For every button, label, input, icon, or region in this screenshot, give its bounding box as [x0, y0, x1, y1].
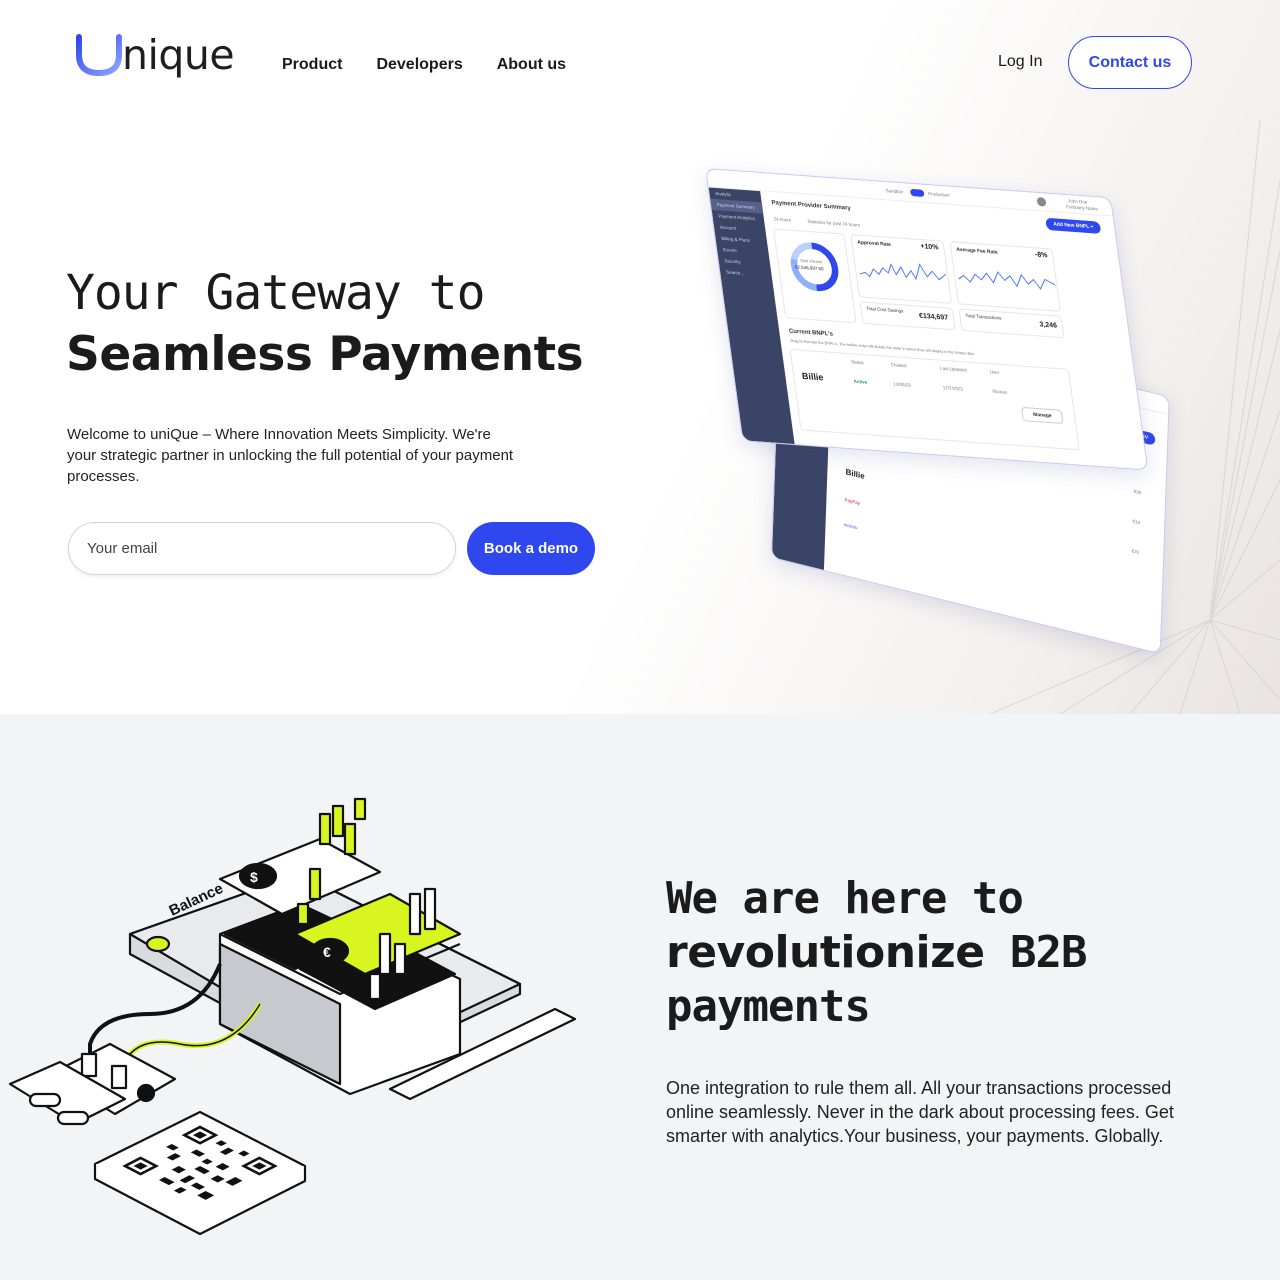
- cost-savings-value: €134,697: [918, 312, 949, 322]
- manage-button: Manage: [1021, 406, 1064, 425]
- section2-title-bold: revolutionize: [666, 927, 985, 978]
- avg-fee-label: Average Fee Rate: [955, 246, 999, 256]
- current-bnpl-title: Current BNPL's: [788, 328, 834, 338]
- volume-card: Total volume €2,546,997.50: [773, 228, 857, 324]
- col-status: Status: [850, 359, 865, 366]
- section2-title-line3: payments: [666, 981, 871, 1032]
- back-value-3: €20: [1131, 548, 1140, 555]
- main-nav: Product Developers About us: [282, 56, 566, 74]
- period-note: Statistics for past 24 hours: [807, 218, 861, 228]
- nav-developers[interactable]: Developers: [376, 56, 462, 74]
- transactions-card: Total Transactions 3,246: [958, 308, 1065, 339]
- contact-us-button[interactable]: Contact us: [1068, 36, 1192, 89]
- section2-title: We are here to revolutionize B2B payment…: [666, 872, 1088, 1034]
- toggle-production: Production: [927, 191, 950, 198]
- row-created: 12/05/23: [892, 381, 912, 388]
- back-row-mondu: mondu: [843, 521, 858, 531]
- transactions-value: 3,246: [1039, 321, 1058, 330]
- section2-title-line1: We are here to: [666, 873, 1024, 924]
- unique-logo-icon: [76, 33, 122, 79]
- avatar-icon: [1036, 196, 1047, 207]
- approval-rate-card: Approval Rate +10%: [850, 234, 953, 304]
- approval-rate-value: +10%: [920, 243, 939, 252]
- transactions-label: Total Transactions: [965, 312, 1002, 321]
- avg-fee-card: Average Fee Rate -8%: [949, 241, 1061, 312]
- back-row-paypay: PayPay: [844, 497, 861, 506]
- row-updated: 12/7/2023: [942, 385, 964, 392]
- approval-rate-label: Approval Rate: [856, 239, 892, 249]
- add-bnpl-button: Add New BNPL +: [1045, 217, 1102, 234]
- hero-title-line2: Seamless Payments: [66, 327, 584, 382]
- col-user: User: [989, 369, 1000, 376]
- col-created: Created: [890, 362, 907, 369]
- company-name: Company Name: [1065, 204, 1099, 212]
- nav-about-us[interactable]: About us: [497, 56, 566, 74]
- cost-savings-label: Total Cost Savings: [865, 305, 904, 314]
- payment-hardware-illustration: Balance $ €: [8, 797, 577, 1236]
- row-billie: Billie: [801, 370, 825, 383]
- login-link[interactable]: Log In: [998, 53, 1042, 71]
- avg-fee-value: -8%: [1034, 251, 1048, 260]
- col-updated: Last Updated: [939, 365, 968, 373]
- back-value-2: €14: [1132, 518, 1141, 526]
- toggle-sandbox: Sandbox: [885, 188, 904, 195]
- euro-coin-icon: €: [323, 944, 331, 960]
- book-demo-button[interactable]: Book a demo: [467, 522, 595, 575]
- back-row-billie: Billie: [845, 467, 865, 482]
- hero-description: Welcome to uniQue – Where Innovation Mee…: [67, 426, 514, 485]
- dashboard-preview-front: Sandbox Production John Doe Company Name…: [705, 168, 1149, 471]
- dashboard-title: Payment Provider Summary: [771, 200, 852, 212]
- bnpl-table: Status Created Last Updated User Billie …: [789, 348, 1080, 451]
- section2-title-rest: B2B: [984, 927, 1087, 978]
- back-value-1: €30: [1133, 488, 1142, 496]
- cost-savings-card: Total Cost Savings €134,697: [859, 301, 956, 331]
- hero-section: nique Product Developers About us Log In…: [0, 0, 1280, 714]
- row-user: Nicolas: [992, 388, 1008, 395]
- hero-title-line1: Your Gateway to: [66, 265, 485, 321]
- approval-rate-sparkline: [859, 263, 947, 281]
- brand-logo[interactable]: nique: [74, 28, 235, 84]
- revolutionize-section: Balance $ € We are here to revolutionize…: [0, 714, 1280, 1280]
- avg-fee-sparkline: [958, 271, 1056, 290]
- row-status: Active: [853, 378, 868, 385]
- nav-product[interactable]: Product: [282, 56, 342, 74]
- sandbox-toggle-icon: [909, 188, 925, 197]
- logo-text: nique: [122, 31, 235, 79]
- dollar-coin-icon: $: [250, 869, 258, 885]
- period-select: 24 hours: [773, 216, 792, 223]
- hero-title: Your Gateway to Seamless Payments: [66, 262, 584, 386]
- email-input[interactable]: [68, 522, 456, 575]
- section2-description: One integration to rule them all. All yo…: [666, 1078, 1174, 1146]
